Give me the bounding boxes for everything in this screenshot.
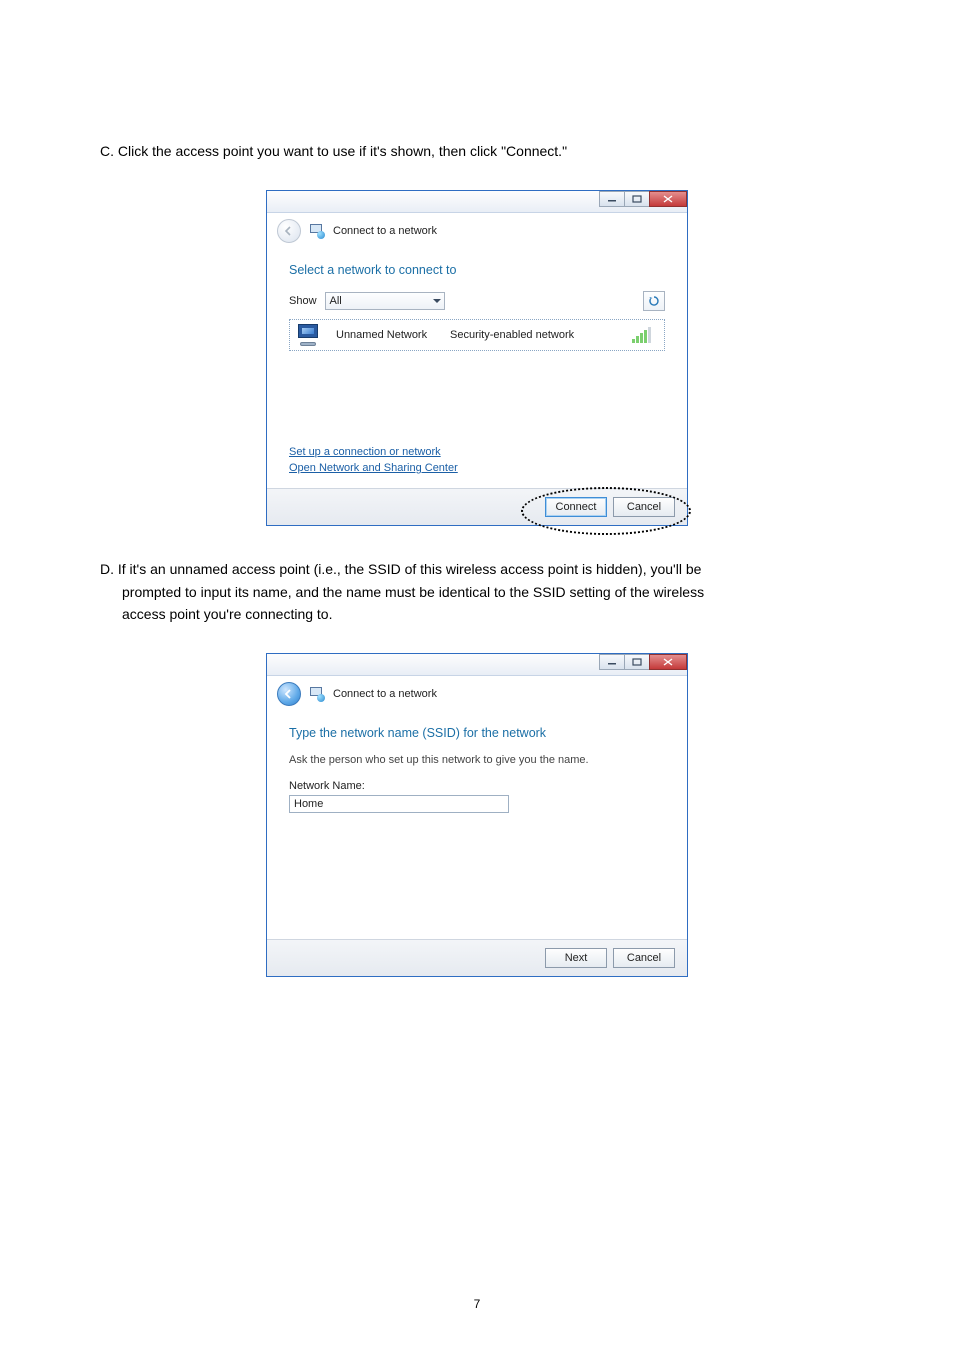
back-button[interactable] <box>277 219 301 243</box>
signal-icon <box>632 327 654 343</box>
window-titlebar <box>267 654 687 676</box>
link-sharing-center[interactable]: Open Network and Sharing Center <box>289 461 665 476</box>
chevron-down-icon <box>430 293 444 309</box>
dialog-select-network: Connect to a network Select a network to… <box>266 190 688 526</box>
nav-row: Connect to a network <box>267 676 687 712</box>
dialog-title: Connect to a network <box>333 688 437 700</box>
cancel-button[interactable]: Cancel <box>613 497 675 517</box>
dialog-hint: Ask the person who set up this network t… <box>289 754 665 766</box>
maximize-button[interactable] <box>624 191 650 207</box>
step-c-body: Click the access point you want to use i… <box>118 143 567 159</box>
maximize-button[interactable] <box>624 654 650 670</box>
step-d-letter: D. <box>100 561 114 577</box>
link-setup-connection[interactable]: Set up a connection or network <box>289 445 665 460</box>
dialog-heading: Type the network name (SSID) for the net… <box>289 726 665 740</box>
network-list-item[interactable]: Unnamed Network Security-enabled network <box>289 319 665 351</box>
network-name: Unnamed Network <box>336 329 436 341</box>
back-button[interactable] <box>277 682 301 706</box>
network-name-label: Network Name: <box>289 780 665 792</box>
minimize-button[interactable] <box>599 654 625 670</box>
refresh-button[interactable] <box>643 291 665 311</box>
step-d-line2: prompted to input its name, and the name… <box>122 584 704 600</box>
step-d-line1: If it's an unnamed access point (i.e., t… <box>118 561 702 577</box>
network-icon <box>309 686 325 702</box>
network-type: Security-enabled network <box>450 329 618 341</box>
step-c-text: C. Click the access point you want to us… <box>100 140 854 162</box>
nav-row: Connect to a network <box>267 213 687 249</box>
dialog-title: Connect to a network <box>333 225 437 237</box>
show-dropdown-value: All <box>330 295 430 307</box>
dialog-type-ssid: Connect to a network Type the network na… <box>266 653 688 977</box>
dialog-heading: Select a network to connect to <box>289 263 665 277</box>
button-bar: Connect Cancel <box>267 488 687 525</box>
computer-icon <box>296 324 322 346</box>
step-c-letter: C. <box>100 143 114 159</box>
step-d-line3: access point you're connecting to. <box>122 606 332 622</box>
minimize-button[interactable] <box>599 191 625 207</box>
network-name-value: Home <box>294 798 323 810</box>
show-label: Show <box>289 295 317 307</box>
page-number: 7 <box>0 1297 954 1311</box>
show-dropdown[interactable]: All <box>325 292 445 310</box>
network-icon <box>309 223 325 239</box>
close-button[interactable] <box>649 654 687 670</box>
connect-button[interactable]: Connect <box>545 497 607 517</box>
next-button[interactable]: Next <box>545 948 607 968</box>
close-button[interactable] <box>649 191 687 207</box>
step-d-text: D. If it's an unnamed access point (i.e.… <box>100 558 854 625</box>
button-bar: Next Cancel <box>267 939 687 976</box>
window-titlebar <box>267 191 687 213</box>
cancel-button[interactable]: Cancel <box>613 948 675 968</box>
network-name-input[interactable]: Home <box>289 795 509 813</box>
